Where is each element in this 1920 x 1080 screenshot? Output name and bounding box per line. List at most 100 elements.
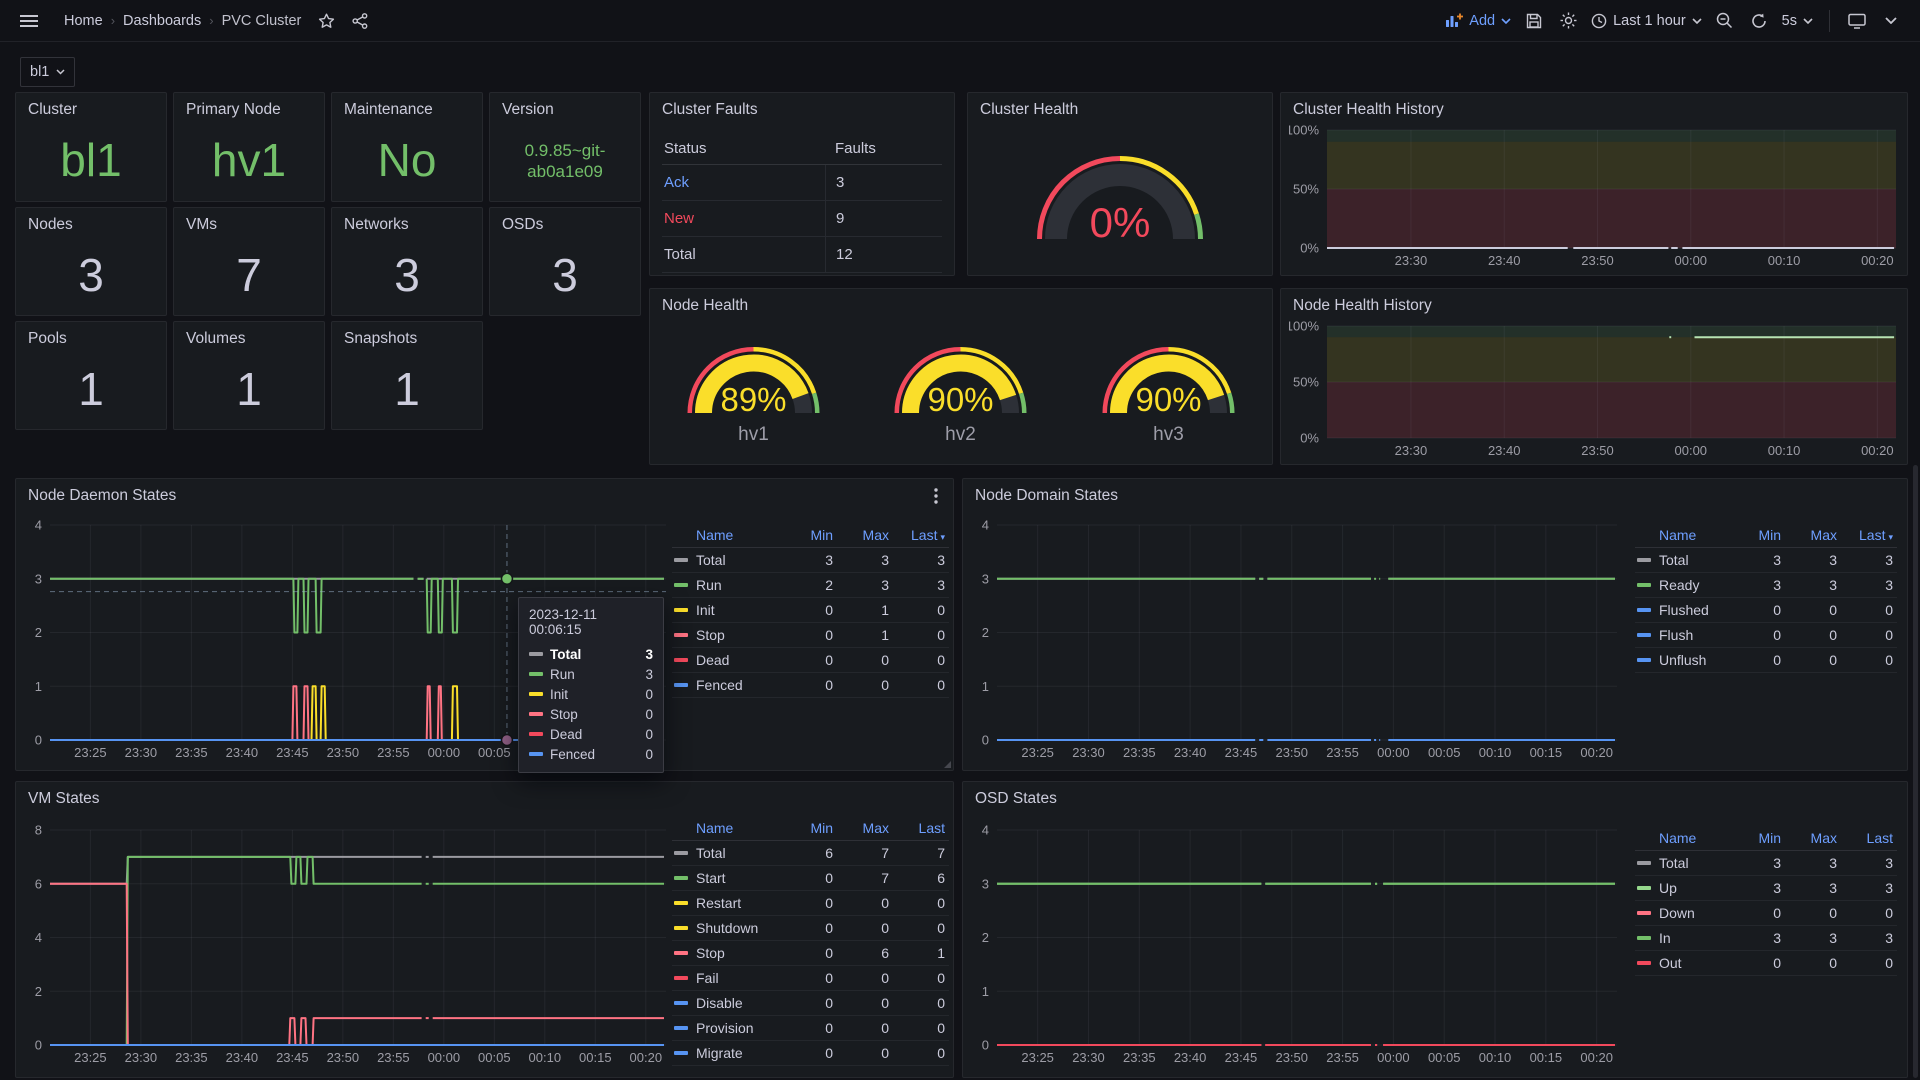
legend-header-max[interactable]: Max: [1785, 830, 1841, 846]
panel-title[interactable]: Node Daemon States: [28, 487, 176, 505]
breadcrumb-dashboards[interactable]: Dashboards: [117, 13, 207, 29]
panel-menu-kebab-icon[interactable]: [927, 487, 945, 505]
panel-title[interactable]: Cluster: [28, 101, 77, 119]
legend-series-toggle[interactable]: Stop: [672, 945, 781, 961]
legend-series-toggle[interactable]: Fenced: [672, 677, 781, 693]
add-panel-button[interactable]: Add: [1442, 6, 1515, 36]
panel-title[interactable]: Volumes: [186, 330, 245, 348]
legend-series-toggle[interactable]: Down: [1635, 905, 1729, 921]
panel-title[interactable]: VM States: [28, 790, 100, 808]
svg-text:23:55: 23:55: [377, 1050, 410, 1065]
svg-text:23:40: 23:40: [1174, 1050, 1207, 1065]
refresh-interval-dropdown[interactable]: 5s: [1778, 6, 1817, 36]
legend-series-toggle[interactable]: Dead: [672, 652, 781, 668]
legend-series-toggle[interactable]: Init: [672, 602, 781, 618]
legend-series-toggle[interactable]: Provision: [672, 1020, 781, 1036]
legend-last-value: 0: [1841, 627, 1897, 643]
legend-max-value: 0: [837, 677, 893, 693]
panel-title[interactable]: Pools: [28, 330, 67, 348]
variable-dropdown[interactable]: bl1: [20, 57, 75, 87]
cluster-health-history-chart[interactable]: 0%50%100%23:3023:4023:5000:0000:1000:20: [1289, 125, 1901, 271]
legend-series-toggle[interactable]: Disable: [672, 995, 781, 1011]
panel-title[interactable]: VMs: [186, 216, 217, 234]
panel-resize-handle[interactable]: [944, 761, 951, 768]
vm-states-chart[interactable]: 0246823:2523:3023:3523:4023:4523:5023:55…: [24, 824, 672, 1071]
legend-series-toggle[interactable]: Start: [672, 870, 781, 886]
osd-states-chart[interactable]: 0123423:2523:3023:3523:4023:4523:5023:55…: [971, 824, 1623, 1071]
svg-text:23:55: 23:55: [1326, 745, 1359, 760]
svg-text:00:10: 00:10: [1479, 1050, 1512, 1065]
legend-header-name[interactable]: Name: [1635, 830, 1729, 846]
legend-header-max[interactable]: Max: [837, 820, 893, 836]
menu-toggle-button[interactable]: [14, 6, 44, 36]
legend-series-toggle[interactable]: Total: [672, 552, 781, 568]
legend-header-min[interactable]: Min: [781, 527, 837, 543]
legend-last-value: 3: [893, 577, 949, 593]
toolbar-collapse-button[interactable]: [1876, 6, 1906, 36]
faults-col-status[interactable]: Status: [662, 140, 825, 157]
legend-header-max[interactable]: Max: [837, 527, 893, 543]
stat-value-cluster: bl1: [16, 127, 166, 195]
panel-title[interactable]: Node Domain States: [975, 487, 1118, 505]
panel-title[interactable]: Cluster Health History: [1293, 101, 1444, 119]
time-range-picker[interactable]: Last 1 hour: [1587, 6, 1706, 36]
panel-title[interactable]: Nodes: [28, 216, 73, 234]
legend-series-toggle[interactable]: Total: [1635, 552, 1729, 568]
panel-title[interactable]: Snapshots: [344, 330, 417, 348]
zoom-out-time-button[interactable]: [1710, 6, 1740, 36]
legend-series-toggle[interactable]: Up: [1635, 880, 1729, 896]
faults-col-faults[interactable]: Faults: [825, 133, 942, 164]
legend-series-toggle[interactable]: Ready: [1635, 577, 1729, 593]
legend-series-toggle[interactable]: Shutdown: [672, 920, 781, 936]
legend-min-value: 3: [1729, 577, 1785, 593]
legend-header-min[interactable]: Min: [1729, 527, 1785, 543]
breadcrumb-current[interactable]: PVC Cluster: [216, 13, 308, 29]
legend-header-min[interactable]: Min: [1729, 830, 1785, 846]
panel-title[interactable]: OSDs: [502, 216, 543, 234]
legend-series-toggle[interactable]: Fail: [672, 970, 781, 986]
panel-title[interactable]: Node Health: [662, 297, 748, 315]
legend-header-last[interactable]: Last▾: [1841, 527, 1897, 543]
legend-header-last[interactable]: Last: [1841, 830, 1897, 846]
legend-header-name[interactable]: Name: [672, 820, 781, 836]
legend-series-toggle[interactable]: Out: [1635, 955, 1729, 971]
share-button[interactable]: [345, 6, 375, 36]
legend-series-toggle[interactable]: Stop: [672, 627, 781, 643]
refresh-button[interactable]: [1744, 6, 1774, 36]
dashboard-settings-button[interactable]: [1553, 6, 1583, 36]
legend-series-toggle[interactable]: Total: [672, 845, 781, 861]
tv-mode-button[interactable]: [1842, 6, 1872, 36]
legend-series-toggle[interactable]: In: [1635, 930, 1729, 946]
legend-series-toggle[interactable]: Restart: [672, 895, 781, 911]
panel-title[interactable]: Maintenance: [344, 101, 433, 119]
legend-header-last[interactable]: Last: [893, 820, 949, 836]
legend-header-min[interactable]: Min: [781, 820, 837, 836]
legend-last-value: 7: [893, 845, 949, 861]
legend-series-toggle[interactable]: Unflush: [1635, 652, 1729, 668]
legend-header-last[interactable]: Last▾: [893, 527, 949, 543]
legend-header-name[interactable]: Name: [672, 527, 781, 543]
page-scrollbar[interactable]: [1913, 465, 1918, 1078]
legend-series-toggle[interactable]: Run: [672, 577, 781, 593]
svg-text:00:20: 00:20: [1861, 443, 1894, 458]
legend-series-toggle[interactable]: Migrate: [672, 1045, 781, 1061]
tooltip-row: Run3: [529, 664, 653, 684]
legend-series-toggle[interactable]: Flushed: [1635, 602, 1729, 618]
save-dashboard-button[interactable]: [1519, 6, 1549, 36]
legend-series-toggle[interactable]: Total: [1635, 855, 1729, 871]
breadcrumb-home[interactable]: Home: [58, 13, 109, 29]
node-health-history-chart[interactable]: 0%50%100%23:3023:4023:5000:0000:1000:20: [1289, 321, 1901, 461]
panel-title[interactable]: Networks: [344, 216, 409, 234]
panel-title[interactable]: Cluster Faults: [662, 101, 758, 119]
panel-title[interactable]: OSD States: [975, 790, 1057, 808]
node-domain-states-chart[interactable]: 0123423:2523:3023:3523:4023:4523:5023:55…: [971, 519, 1623, 764]
node-health-gauge-hv2: 90%hv2: [857, 317, 1064, 463]
legend-header-max[interactable]: Max: [1785, 527, 1841, 543]
legend-series-toggle[interactable]: Flush: [1635, 627, 1729, 643]
panel-title[interactable]: Cluster Health: [980, 101, 1078, 119]
panel-title[interactable]: Version: [502, 101, 554, 119]
panel-title[interactable]: Node Health History: [1293, 297, 1432, 315]
legend-header-name[interactable]: Name: [1635, 527, 1729, 543]
panel-title[interactable]: Primary Node: [186, 101, 281, 119]
favorite-button[interactable]: [311, 6, 341, 36]
